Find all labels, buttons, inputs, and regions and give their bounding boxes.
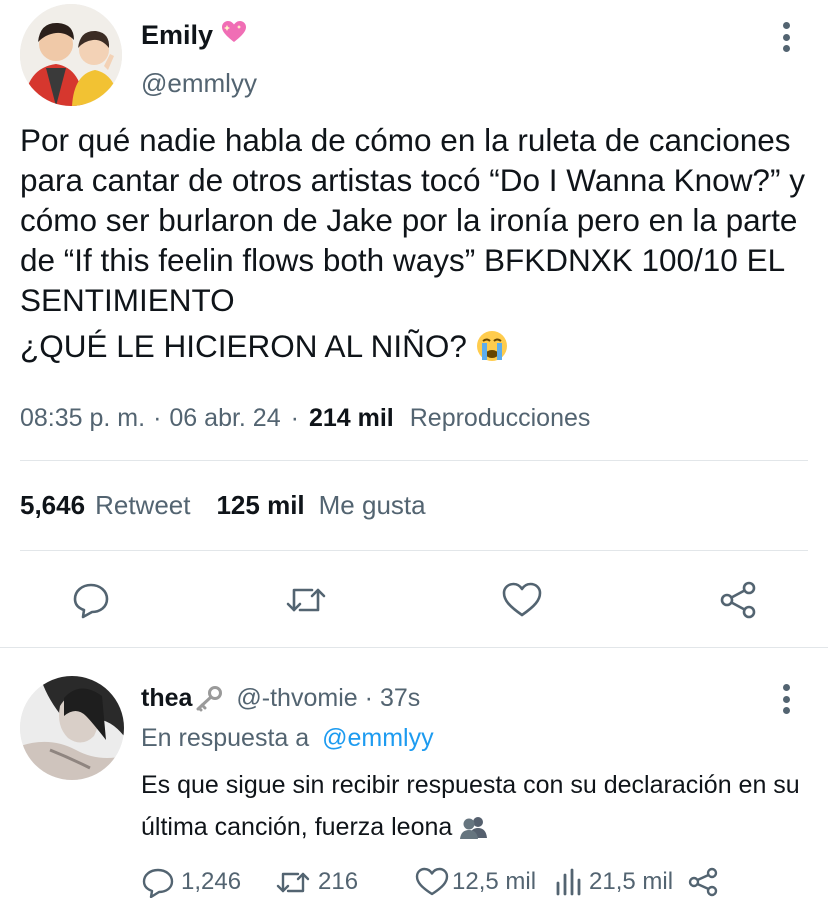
retweet-icon (274, 866, 312, 898)
reply-views-count: 21,5 mil (589, 868, 674, 895)
reply-separator: · (364, 684, 373, 712)
reply-share-button[interactable] (687, 862, 719, 902)
author-name[interactable]: Emily (141, 20, 247, 51)
replying-to: En respuesta a @emmlyy (141, 724, 434, 753)
reply-views-button[interactable]: 21,5 mil (553, 862, 673, 902)
tweet-time[interactable]: 08:35 p. m. (20, 404, 145, 433)
tweet-text-paragraph-2-text: ¿QUÉ LE HICIERON AL NIÑO? (20, 328, 467, 364)
like-icon[interactable] (500, 578, 544, 622)
reply-icon (141, 866, 175, 898)
crying-face-emoji-icon (476, 330, 508, 371)
replying-mention-link[interactable]: @emmlyy (322, 724, 434, 752)
meta-separator: · (153, 404, 162, 432)
divider (20, 550, 808, 551)
retweet-count[interactable]: 5,646 (20, 490, 85, 521)
tweet-text-paragraph-2: ¿QUÉ LE HICIERON AL NIÑO? (20, 326, 810, 371)
divider (20, 460, 808, 461)
reply-like-button[interactable]: 12,5 mil (414, 862, 536, 902)
reply-author-handle[interactable]: @-thvomie (236, 684, 357, 713)
sparkling-heart-emoji-icon (221, 20, 247, 51)
reply-retweet-button[interactable]: 216 (274, 862, 358, 902)
replying-prefix: En respuesta a (141, 724, 310, 752)
reply-reply-button[interactable]: 1,246 (141, 862, 241, 902)
reply-author-name[interactable]: thea (141, 684, 192, 713)
meta-separator: · (290, 404, 299, 432)
busts-in-silhouette-emoji-icon (459, 810, 489, 852)
tweet-text: Por qué nadie habla de cómo en la ruleta… (20, 120, 810, 371)
reply-avatar[interactable] (20, 676, 124, 780)
views-icon (553, 866, 587, 898)
tweet-date[interactable]: 06 abr. 24 (169, 404, 280, 433)
author-avatar[interactable] (20, 4, 122, 106)
likes-count[interactable]: 125 mil (216, 490, 304, 521)
share-icon (687, 866, 719, 898)
divider (0, 647, 828, 648)
retweet-label[interactable]: Retweet (95, 490, 190, 521)
like-icon (414, 866, 450, 898)
reply-header: thea @-thvomie · 37s (141, 684, 420, 713)
reply-like-count: 12,5 mil (452, 868, 537, 895)
retweet-icon[interactable] (284, 578, 328, 622)
share-icon[interactable] (716, 578, 760, 622)
tweet-meta: 08:35 p. m. · 06 abr. 24 · 214 mil Repro… (20, 404, 590, 433)
reply-more-options-icon[interactable] (774, 684, 798, 714)
author-handle[interactable]: @emmlyy (141, 68, 257, 99)
more-options-icon[interactable] (774, 22, 798, 52)
reply-text: Es que sigue sin recibir respuesta con s… (141, 764, 801, 852)
likes-label[interactable]: Me gusta (319, 490, 426, 521)
reply-reply-count: 1,246 (181, 868, 242, 895)
key-emoji-icon (194, 685, 223, 712)
tweet-actions (0, 578, 828, 622)
tweet-stats: 5,646 Retweet 125 mil Me gusta (20, 490, 426, 521)
views-label[interactable]: Reproducciones (410, 404, 591, 433)
tweet-text-paragraph-1: Por qué nadie habla de cómo en la ruleta… (20, 122, 814, 318)
views-count: 214 mil (308, 404, 394, 432)
reply-icon[interactable] (69, 578, 113, 622)
reply-time[interactable]: 37s (380, 684, 420, 713)
reply-retweet-count: 216 (318, 868, 359, 895)
author-name-text: Emily (141, 20, 214, 50)
